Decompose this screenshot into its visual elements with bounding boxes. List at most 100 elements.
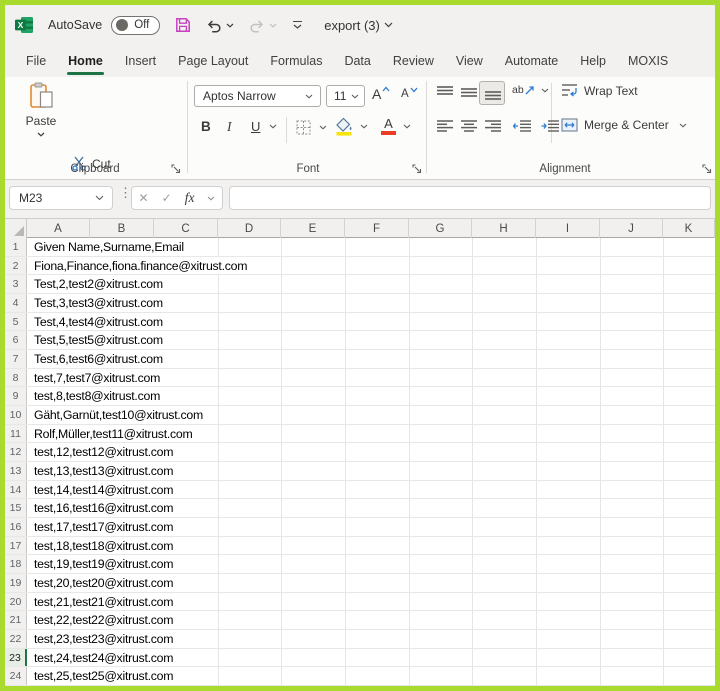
row-header-20[interactable]: 20 bbox=[5, 593, 27, 610]
column-header-f[interactable]: F bbox=[345, 219, 409, 238]
cell-a19[interactable]: test,20,test20@xitrust.com bbox=[31, 574, 176, 592]
borders-button[interactable] bbox=[296, 120, 327, 135]
document-title[interactable]: export (3) bbox=[324, 18, 393, 33]
row-header-5[interactable]: 5 bbox=[5, 313, 27, 330]
cell-a7[interactable]: Test,6,test6@xitrust.com bbox=[31, 350, 166, 368]
column-header-e[interactable]: E bbox=[281, 219, 345, 238]
orientation-button[interactable]: ab bbox=[512, 84, 549, 96]
cell-a24[interactable]: test,25,test25@xitrust.com bbox=[31, 667, 176, 685]
cell-a13[interactable]: test,13,test13@xitrust.com bbox=[31, 462, 176, 480]
wrap-text-button[interactable]: Wrap Text bbox=[561, 83, 638, 98]
row-header-19[interactable]: 19 bbox=[5, 574, 27, 592]
cell-a12[interactable]: test,12,test12@xitrust.com bbox=[31, 443, 176, 461]
autosave-toggle[interactable]: Off bbox=[111, 16, 160, 35]
column-header-c[interactable]: C bbox=[154, 219, 218, 238]
cancel-button[interactable]: ✕ bbox=[139, 191, 149, 205]
column-header-a[interactable]: A bbox=[27, 219, 90, 238]
cell-a16[interactable]: test,17,test17@xitrust.com bbox=[31, 518, 176, 536]
cell-a10[interactable]: Gäht,Garnüt,test10@xitrust.com bbox=[31, 406, 206, 424]
font-color-button[interactable]: A bbox=[381, 117, 411, 135]
tab-insert[interactable]: Insert bbox=[114, 45, 167, 77]
tab-view[interactable]: View bbox=[445, 45, 494, 77]
row-header-14[interactable]: 14 bbox=[5, 481, 27, 498]
row-header-9[interactable]: 9 bbox=[5, 387, 27, 405]
cell-a20[interactable]: test,21,test21@xitrust.com bbox=[31, 593, 176, 610]
cell-a8[interactable]: test,7,test7@xitrust.com bbox=[31, 369, 163, 386]
row-header-23[interactable]: 23 bbox=[5, 649, 27, 666]
column-header-i[interactable]: I bbox=[536, 219, 600, 238]
tab-data[interactable]: Data bbox=[333, 45, 381, 77]
formula-input[interactable] bbox=[229, 186, 711, 210]
cell-a6[interactable]: Test,5,test5@xitrust.com bbox=[31, 331, 166, 349]
cell-a23[interactable]: test,24,test24@xitrust.com bbox=[31, 649, 176, 666]
tab-automate[interactable]: Automate bbox=[494, 45, 570, 77]
row-header-16[interactable]: 16 bbox=[5, 518, 27, 536]
enter-button[interactable]: ✓ bbox=[162, 191, 172, 205]
align-left-button[interactable] bbox=[437, 120, 453, 132]
cell-a9[interactable]: test,8,test8@xitrust.com bbox=[31, 387, 163, 405]
column-header-j[interactable]: J bbox=[600, 219, 663, 238]
increase-indent-button[interactable] bbox=[541, 120, 559, 132]
clipboard-dialog-launcher[interactable] bbox=[171, 164, 181, 174]
row-header-3[interactable]: 3 bbox=[5, 275, 27, 293]
font-name-combobox[interactable]: Aptos Narrow bbox=[194, 85, 321, 107]
bold-button[interactable]: B bbox=[201, 119, 211, 134]
row-header-10[interactable]: 10 bbox=[5, 406, 27, 424]
merge-center-button[interactable]: Merge & Center bbox=[561, 118, 687, 132]
bottom-align-button-selected[interactable] bbox=[479, 81, 505, 105]
fill-color-button[interactable] bbox=[336, 117, 368, 136]
cell-a2[interactable]: Fiona,Finance,fiona.finance@xitrust.com bbox=[31, 257, 250, 274]
row-header-13[interactable]: 13 bbox=[5, 462, 27, 480]
row-header-17[interactable]: 17 bbox=[5, 537, 27, 554]
undo-button[interactable] bbox=[206, 18, 234, 33]
column-header-k[interactable]: K bbox=[663, 219, 715, 238]
cell-a1[interactable]: Given Name,Surname,Email bbox=[31, 238, 187, 256]
row-header-12[interactable]: 12 bbox=[5, 443, 27, 461]
select-all-button[interactable] bbox=[5, 219, 27, 238]
row-header-15[interactable]: 15 bbox=[5, 499, 27, 517]
top-align-button[interactable] bbox=[437, 86, 453, 99]
decrease-font-size-button[interactable]: A bbox=[401, 88, 418, 100]
insert-function-button[interactable]: fx bbox=[185, 190, 195, 206]
row-header-7[interactable]: 7 bbox=[5, 350, 27, 368]
save-button[interactable] bbox=[175, 17, 191, 33]
tab-moxis[interactable]: MOXIS bbox=[617, 45, 679, 77]
increase-font-size-button[interactable]: A bbox=[372, 86, 390, 102]
cell-a22[interactable]: test,23,test23@xitrust.com bbox=[31, 630, 176, 648]
row-header-21[interactable]: 21 bbox=[5, 611, 27, 629]
align-right-button[interactable] bbox=[485, 120, 501, 132]
column-header-b[interactable]: B bbox=[90, 219, 154, 238]
tab-review[interactable]: Review bbox=[382, 45, 445, 77]
row-header-2[interactable]: 2 bbox=[5, 257, 27, 274]
decrease-indent-button[interactable] bbox=[513, 120, 531, 132]
quick-access-toolbar-menu[interactable] bbox=[293, 21, 302, 30]
tab-help[interactable]: Help bbox=[569, 45, 617, 77]
cell-a18[interactable]: test,19,test19@xitrust.com bbox=[31, 555, 176, 573]
column-header-h[interactable]: H bbox=[472, 219, 536, 238]
middle-align-button[interactable] bbox=[461, 86, 477, 99]
name-box[interactable]: M23 bbox=[9, 186, 113, 210]
row-header-18[interactable]: 18 bbox=[5, 555, 27, 573]
tab-file[interactable]: File bbox=[15, 45, 57, 77]
cell-a5[interactable]: Test,4,test4@xitrust.com bbox=[31, 313, 166, 330]
row-header-6[interactable]: 6 bbox=[5, 331, 27, 349]
redo-button[interactable] bbox=[249, 18, 277, 33]
cell-a4[interactable]: Test,3,test3@xitrust.com bbox=[31, 294, 166, 312]
cell-a21[interactable]: test,22,test22@xitrust.com bbox=[31, 611, 176, 629]
row-header-1[interactable]: 1 bbox=[5, 238, 27, 256]
tab-formulas[interactable]: Formulas bbox=[259, 45, 333, 77]
tab-page-layout[interactable]: Page Layout bbox=[167, 45, 259, 77]
excel-logo-icon[interactable]: X bbox=[15, 16, 34, 34]
column-header-g[interactable]: G bbox=[409, 219, 472, 238]
italic-button[interactable]: I bbox=[227, 119, 232, 135]
cell-a17[interactable]: test,18,test18@xitrust.com bbox=[31, 537, 176, 554]
row-header-11[interactable]: 11 bbox=[5, 425, 27, 442]
column-header-d[interactable]: D bbox=[218, 219, 281, 238]
cell-a11[interactable]: Rolf,Müller,test11@xitrust.com bbox=[31, 425, 196, 442]
cell-a15[interactable]: test,16,test16@xitrust.com bbox=[31, 499, 176, 517]
center-button[interactable] bbox=[461, 120, 477, 132]
row-header-24[interactable]: 24 bbox=[5, 667, 27, 685]
cell-a3[interactable]: Test,2,test2@xitrust.com bbox=[31, 275, 166, 293]
alignment-dialog-launcher[interactable] bbox=[702, 164, 712, 174]
tab-home[interactable]: Home bbox=[57, 45, 114, 77]
